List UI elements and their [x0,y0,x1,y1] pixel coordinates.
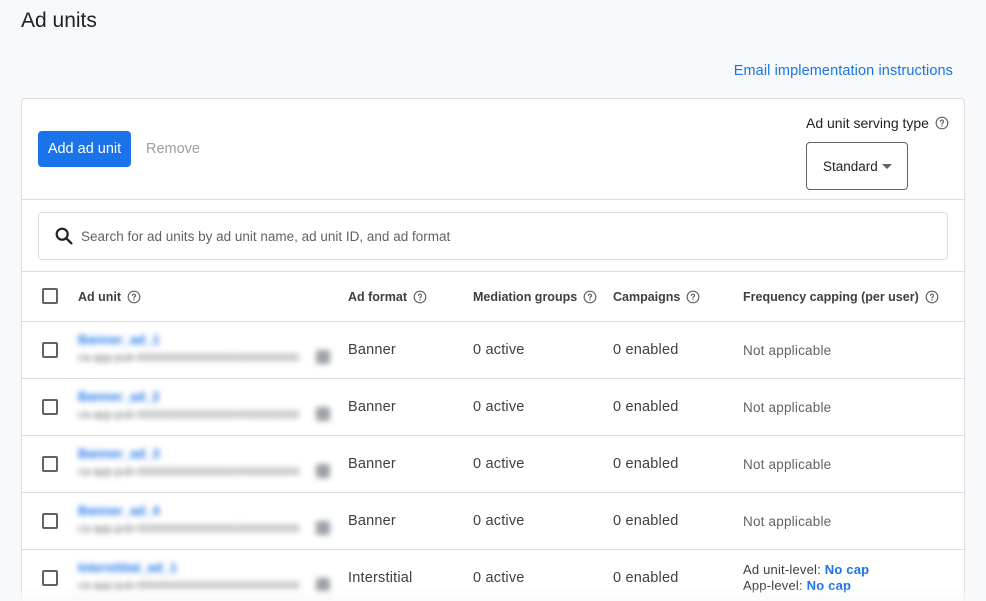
frequency-ad-unit-link[interactable]: No cap [825,562,870,577]
campaigns-cell: 0 enabled [613,399,679,415]
help-circle-icon[interactable] [127,290,141,304]
search-input[interactable] [81,228,901,244]
search-box[interactable] [38,212,948,260]
select-all-checkbox[interactable] [42,288,58,304]
row-checkbox[interactable] [42,570,58,586]
search-row [22,200,964,272]
ad-unit-id: ca-app-pub-0000000000000000/0000000000 [78,409,300,421]
table-row[interactable]: Banner_ad_1 ca-app-pub-0000000000000000/… [22,322,964,379]
row-checkbox[interactable] [42,342,58,358]
frequency-app-link[interactable]: No cap [807,578,852,593]
ad-unit-name[interactable]: Banner_ad_4 [78,503,160,518]
email-implementation-link[interactable]: Email implementation instructions [734,63,953,79]
mediation-cell: 0 active [473,513,525,529]
ad-unit-name-cell[interactable]: Banner_ad_1 ca-app-pub-0000000000000000/… [66,322,346,378]
header-campaigns-label: Campaigns [613,290,681,304]
mediation-cell: 0 active [473,456,525,472]
copy-icon[interactable] [316,407,330,421]
row-checkbox[interactable] [42,399,58,415]
page-title: Ad units [21,9,97,32]
ad-unit-name-cell[interactable]: Banner_ad_2 ca-app-pub-0000000000000000/… [66,379,346,435]
campaigns-cell: 0 enabled [613,456,679,472]
ad-unit-name[interactable]: Interstitial_ad_1 [78,560,177,575]
ad-unit-id: ca-app-pub-0000000000000000/0000000000 [78,352,300,364]
copy-icon[interactable] [316,464,330,478]
frequency-app-label: App-level: [743,578,803,593]
ad-unit-name[interactable]: Banner_ad_1 [78,332,160,347]
frequency-ad-unit-level: Ad unit-level: No cap [743,562,869,578]
ad-units-card: Add ad unit Remove Ad unit serving type … [21,98,965,601]
frequency-cell: Not applicable [743,457,832,472]
remove-button[interactable]: Remove [140,131,206,167]
mediation-cell: 0 active [473,570,525,586]
mediation-cell: 0 active [473,342,525,358]
table-row[interactable]: Banner_ad_4 ca-app-pub-0000000000000000/… [22,493,964,550]
header-ad-unit[interactable]: Ad unit [78,290,141,304]
campaigns-cell: 0 enabled [613,513,679,529]
frequency-app-level: App-level: No cap [743,578,869,594]
table-header: Ad unit Ad format Mediation groups Campa… [22,272,964,322]
ad-unit-id: ca-app-pub-0000000000000000/0000000000 [78,523,300,535]
serving-type-value: Standard [823,158,878,174]
row-checkbox[interactable] [42,456,58,472]
ad-unit-name-cell[interactable]: Banner_ad_3 ca-app-pub-0000000000000000/… [66,436,346,492]
ad-unit-name[interactable]: Banner_ad_2 [78,389,160,404]
help-circle-icon[interactable] [686,290,700,304]
header-ad-format[interactable]: Ad format [348,290,427,304]
mediation-cell: 0 active [473,399,525,415]
ad-unit-name[interactable]: Banner_ad_3 [78,446,160,461]
header-campaigns[interactable]: Campaigns [613,290,700,304]
frequency-cell: Not applicable [743,343,832,358]
row-checkbox[interactable] [42,513,58,529]
help-circle-icon[interactable] [935,116,949,130]
table-row[interactable]: Banner_ad_3 ca-app-pub-0000000000000000/… [22,436,964,493]
toolbar: Add ad unit Remove Ad unit serving type … [22,99,964,200]
header-mediation-groups-label: Mediation groups [473,290,578,304]
header-frequency-capping-label: Frequency capping (per user) [743,290,919,304]
ad-format-cell: Interstitial [348,570,413,586]
header-mediation-groups[interactable]: Mediation groups [473,290,597,304]
help-circle-icon[interactable] [583,290,597,304]
copy-icon[interactable] [316,578,330,592]
header-ad-unit-label: Ad unit [78,290,122,304]
add-ad-unit-button[interactable]: Add ad unit [38,131,131,167]
caret-down-icon [882,164,892,169]
search-icon [53,225,75,247]
table-row[interactable]: Interstitial_ad_1 ca-app-pub-00000000000… [22,550,964,601]
frequency-cell: Not applicable [743,514,832,529]
campaigns-cell: 0 enabled [613,342,679,358]
header-frequency-capping[interactable]: Frequency capping (per user) [743,290,939,304]
ad-format-cell: Banner [348,399,396,415]
ad-format-cell: Banner [348,342,396,358]
ad-unit-name-cell[interactable]: Banner_ad_4 ca-app-pub-0000000000000000/… [66,493,346,549]
serving-type-label: Ad unit serving type [806,115,949,131]
frequency-cell: Not applicable [743,400,832,415]
header-ad-format-label: Ad format [348,290,408,304]
help-circle-icon[interactable] [925,290,939,304]
frequency-cell: Ad unit-level: No cap App-level: No cap [743,562,869,594]
serving-type-select[interactable]: Standard [806,142,908,190]
help-circle-icon[interactable] [413,290,427,304]
ad-unit-id: ca-app-pub-0000000000000000/0000000000 [78,580,300,592]
table-row[interactable]: Banner_ad_2 ca-app-pub-0000000000000000/… [22,379,964,436]
frequency-ad-unit-label: Ad unit-level: [743,562,821,577]
ad-unit-name-cell[interactable]: Interstitial_ad_1 ca-app-pub-00000000000… [66,550,346,601]
copy-icon[interactable] [316,350,330,364]
serving-type-label-text: Ad unit serving type [806,115,929,131]
ad-format-cell: Banner [348,456,396,472]
campaigns-cell: 0 enabled [613,570,679,586]
ad-format-cell: Banner [348,513,396,529]
ad-unit-id: ca-app-pub-0000000000000000/0000000000 [78,466,300,478]
copy-icon[interactable] [316,521,330,535]
